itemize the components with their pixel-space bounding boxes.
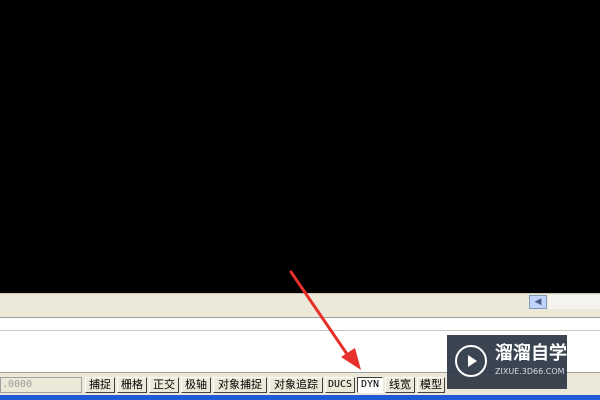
horizontal-scrollbar[interactable]: ◀ [0,293,600,309]
drawing-area[interactable] [0,0,600,293]
ducs-button[interactable]: DUCS [325,377,355,393]
object-snap-button[interactable]: 对象捕捉 [213,377,267,393]
grid-button[interactable]: 栅格 [117,377,147,393]
play-logo-icon [455,345,487,377]
snap-button[interactable]: 捕捉 [85,377,115,393]
chevron-left-icon: ◀ [534,296,542,307]
scroll-track[interactable] [548,295,600,309]
model-button[interactable]: 模型 [417,377,445,393]
object-track-button[interactable]: 对象追踪 [269,377,323,393]
watermark-url: ZIXUE.3D66.COM [495,367,565,376]
lineweight-button[interactable]: 线宽 [385,377,415,393]
scroll-left-button[interactable]: ◀ [529,295,547,309]
cad-window: ◀ .0000 捕捉 栅格 正交 极轴 对象捕捉 对象追踪 DUCS DYN 线… [0,0,600,400]
ortho-button[interactable]: 正交 [149,377,179,393]
watermark: 溜溜自学 ZIXUE.3D66.COM [447,335,567,389]
panel-divider [0,309,600,317]
polar-button[interactable]: 极轴 [181,377,211,393]
coordinate-readout: .0000 [0,377,82,393]
taskbar-strip [0,395,600,400]
watermark-title: 溜溜自学 [495,343,567,364]
dyn-button[interactable]: DYN [357,377,383,393]
command-divider [0,330,600,331]
